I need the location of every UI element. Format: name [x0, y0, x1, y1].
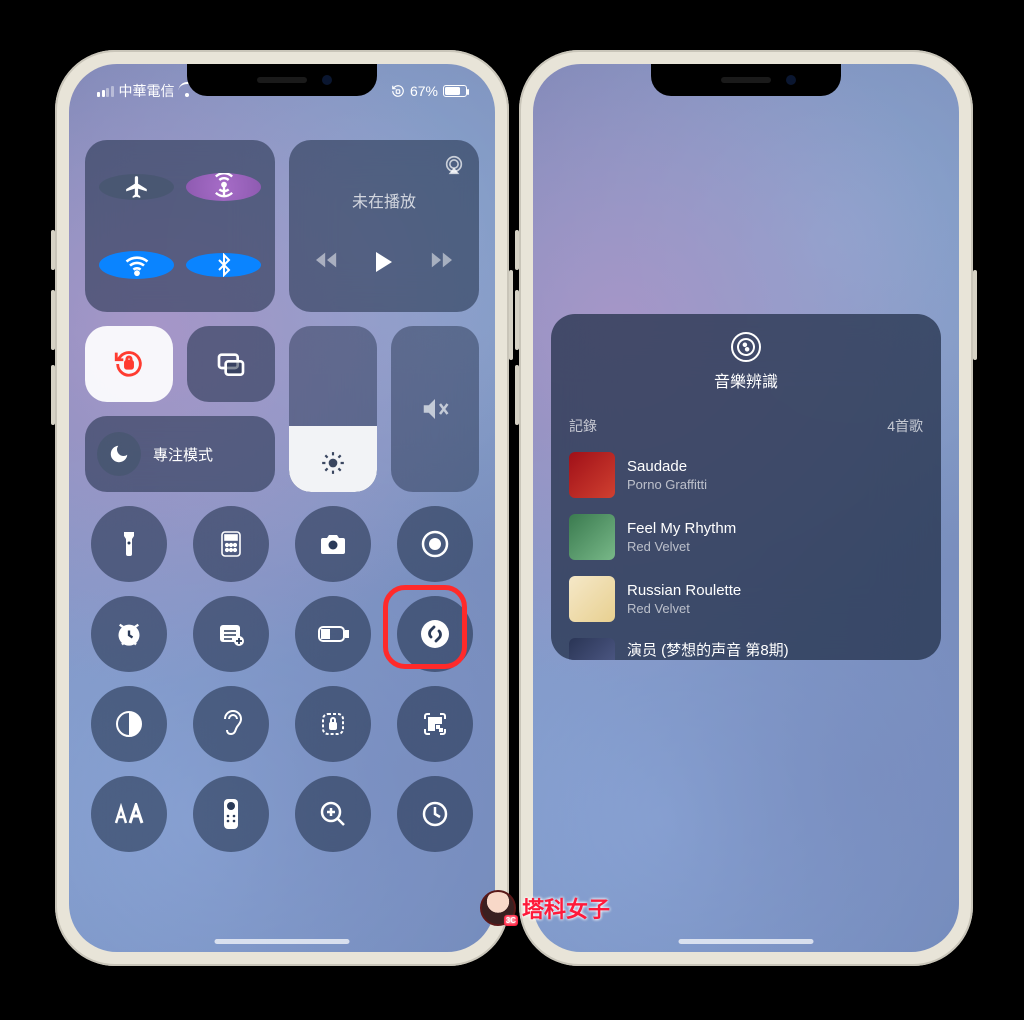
battery-percent: 67% [410, 83, 438, 99]
text-size-icon [113, 803, 145, 825]
home-indicator[interactable] [215, 939, 350, 944]
focus-mode-button[interactable]: 專注模式 [85, 416, 275, 492]
airplay-icon[interactable] [443, 154, 465, 176]
bluetooth-toggle[interactable] [186, 253, 261, 277]
magnifier-icon [319, 800, 347, 828]
song-title: Russian Roulette [627, 582, 741, 599]
next-track-icon[interactable] [430, 250, 452, 270]
wifi-toggle[interactable] [99, 251, 174, 279]
hearing-icon [219, 709, 243, 739]
airplane-toggle[interactable] [99, 174, 174, 200]
cellular-toggle[interactable] [186, 173, 261, 201]
notch [651, 64, 841, 96]
dark-mode-icon [115, 710, 143, 738]
song-artist: Red Velvet [627, 601, 741, 616]
cellular-signal-icon [97, 86, 114, 97]
camera-button[interactable] [295, 506, 371, 582]
song-row[interactable]: Russian Roulette Red Velvet [551, 568, 941, 630]
song-title: Saudade [627, 458, 707, 475]
album-art [569, 638, 615, 660]
rotation-lock-status-icon [391, 84, 405, 98]
notch [187, 64, 377, 96]
home-indicator[interactable] [679, 939, 814, 944]
screen-mirroring-button[interactable] [187, 326, 275, 402]
album-art [569, 576, 615, 622]
wifi-icon [123, 251, 151, 279]
shazam-icon [420, 619, 450, 649]
guided-access-icon [320, 711, 346, 737]
song-row[interactable]: 演员 (梦想的声音 第8期) [551, 630, 941, 660]
song-artist: Red Velvet [627, 539, 736, 554]
guided-access-button[interactable] [295, 686, 371, 762]
album-art [569, 514, 615, 560]
timer-button[interactable] [397, 776, 473, 852]
screen-right: 音樂辨識 記錄 4首歌 Saudade Porno Graffitti Feel… [533, 64, 959, 952]
shazam-button[interactable] [397, 596, 473, 672]
calculator-button[interactable] [193, 506, 269, 582]
phone-frame-right: 音樂辨識 記錄 4首歌 Saudade Porno Graffitti Feel… [519, 50, 973, 966]
brightness-slider[interactable] [289, 326, 377, 492]
flashlight-button[interactable] [91, 506, 167, 582]
quick-note-button[interactable] [193, 596, 269, 672]
screen-record-icon [421, 530, 449, 558]
song-title: Feel My Rhythm [627, 520, 736, 537]
panel-title: 音樂辨識 [551, 368, 941, 392]
volume-slider[interactable] [391, 326, 479, 492]
low-power-icon [317, 625, 349, 643]
media-title: 未在播放 [352, 188, 416, 212]
song-row[interactable]: Saudade Porno Graffitti [551, 444, 941, 506]
brightness-icon [320, 450, 346, 476]
alarm-button[interactable] [91, 596, 167, 672]
screen-record-button[interactable] [397, 506, 473, 582]
prev-track-icon[interactable] [316, 250, 338, 270]
timer-icon [421, 800, 449, 828]
media-control[interactable]: 未在播放 [289, 140, 479, 312]
history-label: 記錄 [569, 416, 597, 436]
bluetooth-icon [212, 253, 236, 277]
volume-mute-icon [420, 394, 450, 424]
hearing-button[interactable] [193, 686, 269, 762]
shazam-history-panel[interactable]: 音樂辨識 記錄 4首歌 Saudade Porno Graffitti Feel… [551, 314, 941, 660]
apple-tv-remote-button[interactable] [193, 776, 269, 852]
watermark: 塔科女子 [480, 890, 610, 926]
watermark-avatar-icon [480, 890, 516, 926]
song-row[interactable]: Feel My Rhythm Red Velvet [551, 506, 941, 568]
quick-note-icon [218, 622, 244, 646]
flashlight-icon [120, 530, 138, 558]
moon-icon [108, 443, 130, 465]
calculator-icon [220, 530, 242, 558]
qr-scan-icon [422, 711, 448, 737]
screen-mirroring-icon [215, 348, 247, 380]
camera-icon [319, 533, 347, 555]
phone-frame-left: 中華電信 67% [55, 50, 509, 966]
battery-icon [443, 85, 467, 97]
connectivity-group[interactable] [85, 140, 275, 312]
text-size-button[interactable] [91, 776, 167, 852]
airplane-icon [124, 174, 150, 200]
qr-scan-button[interactable] [397, 686, 473, 762]
magnifier-button[interactable] [295, 776, 371, 852]
rotation-lock-toggle[interactable] [85, 326, 173, 402]
alarm-icon [115, 620, 143, 648]
carrier-label: 中華電信 [119, 81, 175, 101]
screen-left: 中華電信 67% [69, 64, 495, 952]
antenna-icon [210, 173, 238, 201]
history-count: 4首歌 [887, 416, 923, 436]
rotation-lock-icon [112, 347, 146, 381]
shazam-icon [731, 332, 761, 362]
song-title: 演员 (梦想的声音 第8期) [627, 639, 789, 660]
watermark-text: 塔科女子 [522, 892, 610, 924]
focus-label: 專注模式 [153, 444, 213, 465]
low-power-button[interactable] [295, 596, 371, 672]
album-art [569, 452, 615, 498]
apple-tv-remote-icon [223, 798, 239, 830]
song-artist: Porno Graffitti [627, 477, 707, 492]
play-icon[interactable] [374, 250, 394, 274]
dark-mode-button[interactable] [91, 686, 167, 762]
control-center: 未在播放 [85, 140, 479, 922]
